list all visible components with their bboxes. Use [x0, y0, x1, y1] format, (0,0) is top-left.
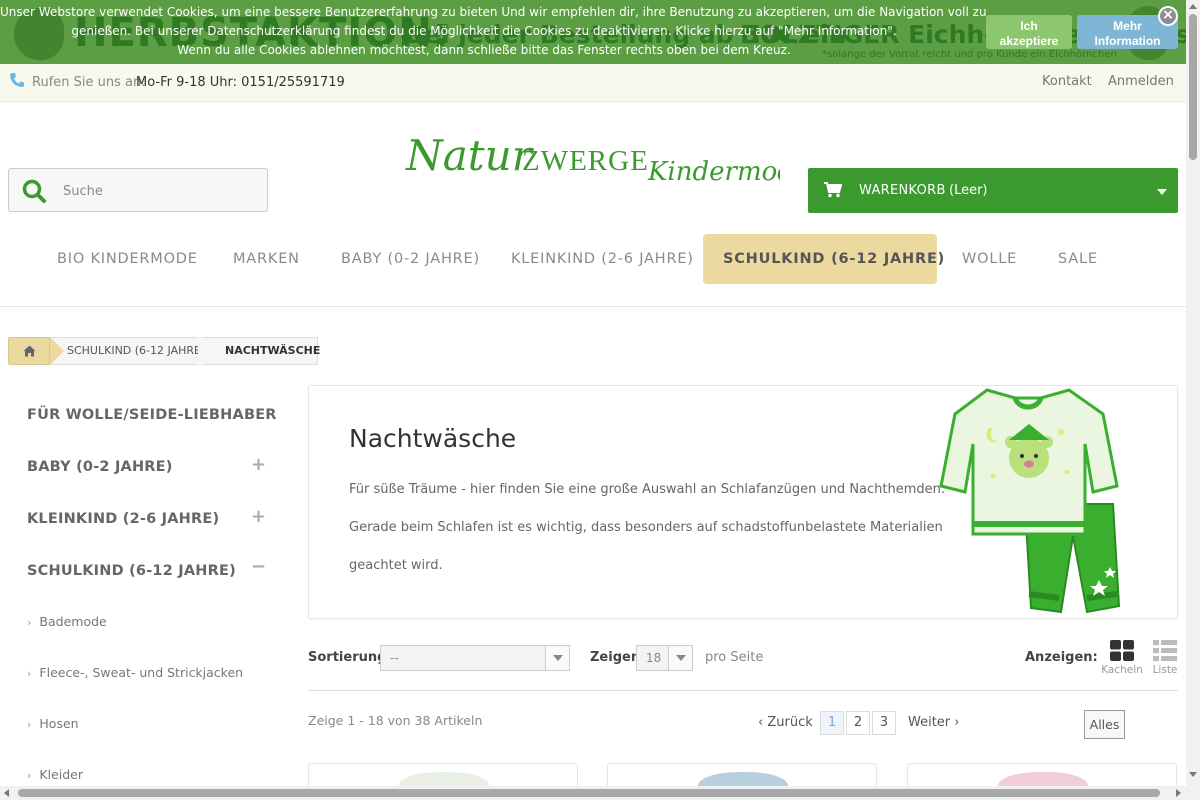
cookie-message: Unser Webstore verwendet Cookies, um ein…: [0, 5, 987, 57]
cookie-banner: HERBSTAKTION: Bei jeder Bestellung ab 50…: [0, 0, 1186, 64]
nav-item-sale[interactable]: SALE: [1058, 234, 1098, 284]
pajama-illustration: [939, 388, 1121, 614]
top-info-bar: Rufen Sie uns an: Mo-Fr 9-18 Uhr: 0151/2…: [0, 64, 1186, 102]
phone-icon: [10, 73, 24, 87]
pagination-page-2[interactable]: 2: [846, 711, 870, 735]
grid-icon: [1110, 640, 1134, 661]
logo[interactable]: Natur ZWERGE Kindermode: [404, 128, 809, 188]
divider: [308, 690, 1178, 691]
sort-label: Sortierung: [308, 650, 387, 665]
chevron-down-icon: [668, 646, 692, 670]
svg-text:ZWERGE: ZWERGE: [522, 145, 649, 177]
nav-item-baby[interactable]: BABY (0-2 JAHRE): [341, 234, 480, 284]
phone-number: Mo-Fr 9-18 Uhr: 0151/25591719: [136, 75, 345, 90]
sidebar-subitem-hosen[interactable]: › Hosen: [27, 716, 79, 731]
accept-cookies-button[interactable]: Ich akzeptiere: [986, 15, 1072, 49]
nav-item-marken[interactable]: MARKEN: [233, 234, 300, 284]
cart-label: WARENKORB: [859, 183, 946, 198]
pagination-prev[interactable]: ‹ Zurück: [758, 715, 813, 730]
nav-item-kleinkind[interactable]: KLEINKIND (2-6 JAHRE): [511, 234, 694, 284]
list-icon: [1153, 640, 1177, 661]
svg-text:Kindermode: Kindermode: [647, 157, 780, 187]
scrollbar-thumb[interactable]: [18, 789, 1160, 797]
expand-icon[interactable]: +: [251, 506, 266, 527]
collapse-icon[interactable]: −: [251, 556, 266, 577]
view-grid-button[interactable]: Kacheln: [1100, 640, 1144, 676]
sidebar-item-kleinkind[interactable]: KLEINKIND (2-6 JAHRE): [27, 511, 219, 527]
product-count: Zeige 1 - 18 von 38 Artikeln: [308, 713, 483, 728]
breadcrumb-item-schulkind[interactable]: SCHULKIND (6-12 JAHRE): [50, 337, 205, 365]
sidebar-item-wolle-seide[interactable]: FÜR WOLLE/SEIDE-LIEBHABER: [27, 407, 277, 423]
cart-status: (Leer): [949, 183, 988, 198]
search-input[interactable]: [63, 180, 253, 202]
chevron-right-icon: ›: [27, 616, 32, 629]
page-title: Nachtwäsche: [349, 424, 517, 453]
search-box[interactable]: [8, 168, 268, 212]
sidebar-subitem-kleider[interactable]: › Kleider: [27, 767, 83, 782]
pagination-page-1[interactable]: 1: [820, 711, 844, 735]
expand-icon[interactable]: +: [251, 454, 266, 475]
category-description: Für süße Träume - hier finden Sie eine g…: [349, 482, 946, 573]
chevron-right-icon: ›: [27, 667, 32, 680]
sidebar-item-schulkind[interactable]: SCHULKIND (6-12 JAHRE): [27, 563, 236, 579]
sort-select[interactable]: --: [380, 645, 570, 671]
scroll-down-icon[interactable]: [1189, 772, 1197, 777]
divider: [0, 306, 1186, 307]
close-icon[interactable]: ×: [1158, 6, 1178, 26]
view-label: Anzeigen:: [1025, 650, 1098, 665]
chevron-right-icon: ›: [950, 715, 960, 730]
chevron-down-icon[interactable]: [1157, 189, 1167, 195]
cart-icon: [824, 182, 842, 198]
per-page-select[interactable]: 18: [636, 645, 693, 671]
sidebar-subitem-jacken[interactable]: › Fleece-, Sweat- und Strickjacken: [27, 665, 243, 680]
breadcrumb-home[interactable]: [8, 337, 50, 365]
pagination-next[interactable]: Weiter ›: [908, 715, 960, 730]
home-icon: [23, 345, 36, 357]
breadcrumb-separator: [50, 337, 64, 365]
horizontal-scrollbar[interactable]: [0, 786, 1200, 800]
scrollbar-thumb[interactable]: [1189, 14, 1197, 160]
scroll-up-icon[interactable]: [1189, 4, 1197, 9]
chevron-down-icon: [545, 646, 569, 670]
show-all-button[interactable]: Alles: [1084, 710, 1125, 739]
vertical-scrollbar[interactable]: [1186, 0, 1200, 786]
sidebar-subitem-bademode[interactable]: › Bademode: [27, 614, 107, 629]
svg-text:Natur: Natur: [405, 131, 535, 180]
search-icon[interactable]: [21, 178, 47, 204]
nav-item-bio-kindermode[interactable]: BIO KINDERMODE: [57, 234, 198, 284]
category-banner: Nachtwäsche Für süße Träume - hier finde…: [308, 385, 1178, 619]
scroll-right-icon[interactable]: [1176, 789, 1181, 797]
view-list-button[interactable]: Liste: [1143, 640, 1187, 676]
show-label: Zeigen: [590, 650, 641, 665]
breadcrumb-item-current: NACHTWÄSCHE: [202, 337, 320, 365]
cart-button[interactable]: WARENKORB (Leer): [808, 168, 1178, 213]
chevron-right-icon: ›: [27, 769, 32, 782]
sidebar-item-baby[interactable]: BABY (0-2 JAHRE): [27, 459, 173, 475]
main-nav: BIO KINDERMODE MARKEN BABY (0-2 JAHRE) K…: [0, 234, 1186, 284]
contact-link[interactable]: Kontakt: [1042, 74, 1092, 89]
per-page-label: pro Seite: [705, 650, 764, 665]
nav-item-schulkind[interactable]: SCHULKIND (6-12 JAHRE): [703, 234, 944, 284]
chevron-left-icon: ‹: [758, 715, 768, 730]
login-link[interactable]: Anmelden: [1108, 74, 1174, 89]
pagination-page-3[interactable]: 3: [872, 711, 896, 735]
chevron-right-icon: ›: [27, 718, 32, 731]
call-label: Rufen Sie uns an:: [32, 75, 146, 90]
scroll-left-icon[interactable]: [4, 789, 9, 797]
nav-item-wolle[interactable]: WOLLE: [962, 234, 1017, 284]
